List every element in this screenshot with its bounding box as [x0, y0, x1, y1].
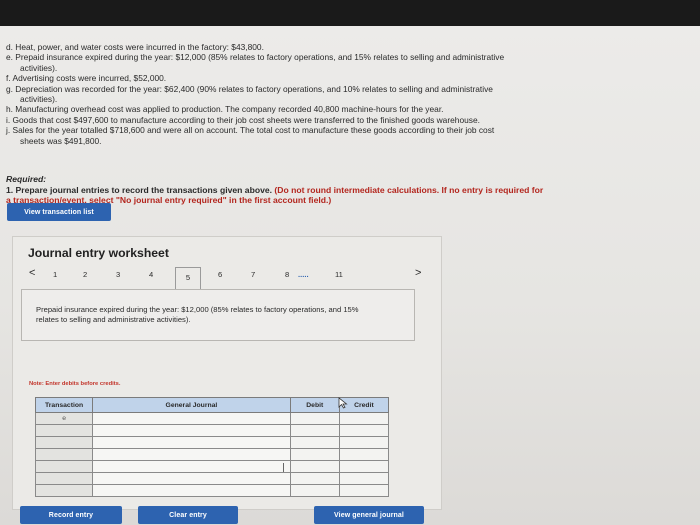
debit-field[interactable] — [289, 460, 340, 473]
credit-field[interactable] — [338, 436, 390, 449]
debit-field[interactable] — [289, 484, 340, 497]
debit-field[interactable] — [289, 412, 340, 425]
account-field[interactable] — [92, 412, 291, 425]
table-row — [34, 460, 390, 473]
table-row: e — [34, 412, 390, 425]
transaction-prompt: Prepaid insurance expired during the yea… — [36, 305, 359, 324]
tab-11[interactable]: 11 — [335, 270, 343, 279]
tab-7[interactable]: 7 — [251, 270, 255, 279]
worksheet-tabs: < 1 2 3 4 5 6 7 8 ..... 11 > — [29, 267, 429, 289]
transaction-prompt-box: Prepaid insurance expired during the yea… — [21, 289, 415, 341]
journal-entry-worksheet: Journal entry worksheet < 1 2 3 4 5 6 7 … — [12, 236, 442, 510]
debit-field[interactable] — [289, 436, 340, 449]
table-row — [34, 424, 390, 437]
transaction-cell — [34, 436, 94, 449]
problem-line-j-cont: sheets was $491,800. — [20, 135, 102, 146]
account-field[interactable] — [92, 448, 291, 461]
table-row — [34, 436, 390, 449]
debit-field[interactable] — [289, 448, 340, 461]
problem-line-d: d. Heat, power, and water costs were inc… — [6, 42, 264, 52]
problem-line-h: h. Manufacturing overhead cost was appli… — [6, 104, 444, 115]
debits-note: Note: Enter debits before credits. — [29, 381, 121, 387]
problem-line-e: e. Prepaid insurance expired during the … — [6, 52, 505, 63]
tab-ellipsis: ..... — [298, 270, 309, 279]
account-field[interactable] — [92, 436, 291, 449]
required-title: Required: — [6, 174, 47, 184]
table-row — [34, 448, 390, 461]
transaction-cell — [34, 472, 94, 485]
credit-field[interactable] — [338, 472, 390, 485]
tab-6[interactable]: 6 — [218, 270, 222, 279]
credit-field[interactable] — [338, 424, 390, 437]
tab-8[interactable]: 8 — [285, 270, 289, 279]
table-row — [34, 472, 390, 485]
tab-5[interactable]: 5 — [175, 267, 201, 289]
problem-line-f: f. Advertising costs were incurred, $52,… — [6, 73, 167, 84]
required-section: Required: 1. Prepare journal entries to … — [6, 174, 646, 206]
worksheet-title: Journal entry worksheet — [28, 246, 169, 260]
tab-3[interactable]: 3 — [116, 270, 120, 279]
account-field[interactable] — [92, 484, 291, 497]
problem-line-g-cont: activities). — [20, 94, 58, 105]
view-general-journal-button[interactable]: View general journal — [314, 506, 424, 524]
required-text: 1. Prepare journal entries to record the… — [6, 184, 273, 195]
record-entry-button[interactable]: Record entry — [20, 506, 122, 524]
account-field[interactable] — [92, 460, 291, 473]
problem-text: d. Heat, power, and water costs were inc… — [6, 42, 646, 146]
tab-2[interactable]: 2 — [83, 270, 87, 279]
credit-field[interactable] — [338, 412, 390, 425]
problem-line-i: i. Goods that cost $497,600 to manufactu… — [6, 114, 480, 125]
debit-field[interactable] — [289, 472, 340, 485]
clear-entry-button[interactable]: Clear entry — [138, 506, 238, 524]
journal-grid: Transaction General Journal Debit Credit… — [34, 397, 390, 497]
account-field[interactable] — [92, 472, 291, 485]
account-field[interactable] — [92, 424, 291, 437]
credit-field[interactable] — [338, 460, 390, 473]
transaction-cell: e — [34, 412, 94, 425]
col-transaction: Transaction — [34, 397, 94, 413]
prev-tab-icon[interactable]: < — [29, 267, 35, 279]
col-general-journal: General Journal — [92, 397, 291, 413]
credit-field[interactable] — [338, 484, 390, 497]
tab-1[interactable]: 1 — [53, 270, 57, 279]
transaction-cell — [34, 448, 94, 461]
credit-field[interactable] — [338, 448, 390, 461]
next-tab-icon[interactable]: > — [415, 267, 421, 279]
tab-4[interactable]: 4 — [149, 270, 153, 279]
transaction-cell — [34, 424, 94, 437]
top-dark-bar — [0, 0, 700, 26]
problem-line-j: j. Sales for the year totalled $718,600 … — [6, 125, 495, 136]
mouse-cursor-icon — [338, 397, 348, 409]
required-instruction: 1. Prepare journal entries to record the… — [6, 185, 646, 196]
view-transaction-list-button[interactable]: View transaction list — [7, 203, 111, 221]
dropdown-caret-icon[interactable] — [282, 462, 288, 472]
debit-field[interactable] — [289, 424, 340, 437]
transaction-cell — [34, 484, 94, 497]
col-debit: Debit — [289, 397, 340, 413]
required-note-1: (Do not round intermediate calculations.… — [274, 184, 544, 195]
transaction-cell — [34, 460, 94, 473]
grid-header: Transaction General Journal Debit Credit — [34, 397, 390, 413]
problem-line-g: g. Depreciation was recorded for the yea… — [6, 83, 493, 94]
table-row — [34, 484, 390, 497]
problem-line-e-cont: activities). — [20, 62, 58, 73]
